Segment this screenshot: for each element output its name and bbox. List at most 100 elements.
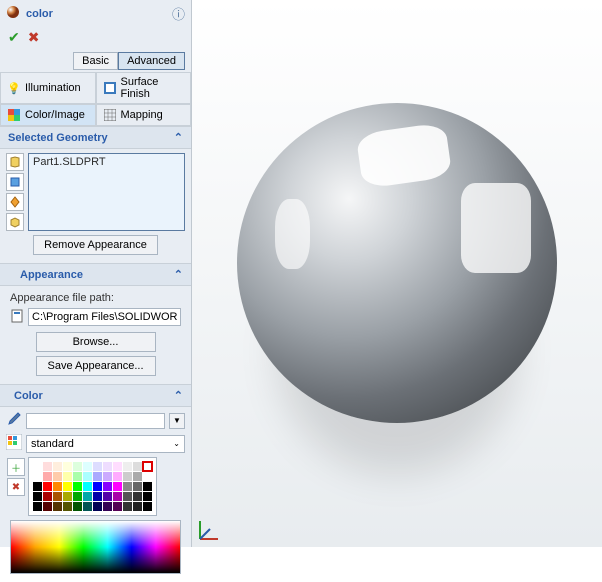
color-swatch[interactable] <box>43 482 52 491</box>
color-swatch[interactable] <box>143 472 152 481</box>
ok-button[interactable]: ✔ <box>8 29 20 46</box>
color-swatch[interactable] <box>73 472 82 481</box>
help-icon[interactable]: ⓘ <box>172 4 185 23</box>
save-appearance-button[interactable]: Save Appearance... <box>36 356 156 376</box>
selected-geometry-list[interactable]: Part1.SLDPRT <box>28 153 185 231</box>
basic-mode-button[interactable]: Basic <box>73 52 118 70</box>
color-swatch[interactable] <box>93 462 102 471</box>
3d-viewport[interactable] <box>192 0 602 547</box>
color-swatch[interactable] <box>113 462 122 471</box>
color-swatch[interactable] <box>103 492 112 501</box>
surface-finish-icon <box>103 81 117 95</box>
color-swatch[interactable] <box>133 502 142 511</box>
color-swatch[interactable] <box>113 472 122 481</box>
color-swatch[interactable] <box>63 492 72 501</box>
color-swatch[interactable] <box>143 462 152 471</box>
color-swatch[interactable] <box>113 482 122 491</box>
color-swatch[interactable] <box>123 462 132 471</box>
color-swatch[interactable] <box>123 482 132 491</box>
color-swatch[interactable] <box>53 482 62 491</box>
color-swatch[interactable] <box>83 482 92 491</box>
color-swatch[interactable] <box>43 472 52 481</box>
color-swatch[interactable] <box>43 462 52 471</box>
color-swatch[interactable] <box>33 462 42 471</box>
color-swatch-grid[interactable]: ＋ ✖ <box>28 457 157 516</box>
color-spectrum-picker[interactable] <box>10 520 181 574</box>
color-swatch[interactable] <box>63 462 72 471</box>
advanced-mode-button[interactable]: Advanced <box>118 52 185 70</box>
tab-mapping[interactable]: Mapping <box>96 104 192 126</box>
add-swatch-button[interactable]: ＋ <box>7 458 25 476</box>
color-swatch[interactable] <box>103 462 112 471</box>
palette-select[interactable]: standard ⌄ <box>26 435 185 453</box>
color-swatch[interactable] <box>93 472 102 481</box>
color-swatch[interactable] <box>123 502 132 511</box>
filter-part-button[interactable] <box>6 153 24 171</box>
color-swatch[interactable] <box>123 472 132 481</box>
color-swatch[interactable] <box>73 482 82 491</box>
color-swatch[interactable] <box>113 492 122 501</box>
color-swatch[interactable] <box>103 482 112 491</box>
color-swatch[interactable] <box>143 492 152 501</box>
browse-button[interactable]: Browse... <box>36 332 156 352</box>
color-swatch[interactable] <box>73 492 82 501</box>
color-swatch[interactable] <box>73 462 82 471</box>
color-header[interactable]: Color ⌃ <box>0 384 191 407</box>
chevron-down-icon: ⌄ <box>173 439 180 448</box>
chevron-down-icon: ▼ <box>173 416 181 425</box>
lightbulb-icon: 💡 <box>7 81 21 95</box>
color-swatch[interactable] <box>103 502 112 511</box>
color-swatch[interactable] <box>43 492 52 501</box>
panel-title: color <box>26 8 53 20</box>
filter-feature-button[interactable] <box>6 193 24 211</box>
color-swatch[interactable] <box>53 462 62 471</box>
color-swatch[interactable] <box>83 502 92 511</box>
remove-swatch-button[interactable]: ✖ <box>7 478 25 496</box>
tab-illumination[interactable]: 💡 Illumination <box>0 72 96 104</box>
color-swatch[interactable] <box>93 482 102 491</box>
color-swatch[interactable] <box>53 472 62 481</box>
filter-body-button[interactable] <box>6 213 24 231</box>
view-triad-icon[interactable] <box>196 515 224 543</box>
color-swatch[interactable] <box>73 502 82 511</box>
chevron-up-icon: ⌃ <box>174 268 183 281</box>
color-swatch[interactable] <box>83 462 92 471</box>
color-swatch[interactable] <box>133 492 142 501</box>
color-swatch[interactable] <box>143 502 152 511</box>
color-swatch[interactable] <box>33 482 42 491</box>
color-swatch[interactable] <box>63 502 72 511</box>
color-swatch[interactable] <box>133 472 142 481</box>
tab-surface-finish[interactable]: Surface Finish <box>96 72 192 104</box>
list-item[interactable]: Part1.SLDPRT <box>33 156 180 168</box>
color-swatch[interactable] <box>33 492 42 501</box>
color-swatch[interactable] <box>53 502 62 511</box>
color-swatch[interactable] <box>113 502 122 511</box>
remove-appearance-button[interactable]: Remove Appearance <box>33 235 158 255</box>
color-swatch[interactable] <box>123 492 132 501</box>
appearance-header[interactable]: Appearance ⌃ <box>0 263 191 286</box>
color-swatch[interactable] <box>133 482 142 491</box>
filter-face-button[interactable] <box>6 173 24 191</box>
tab-color-image[interactable]: Color/Image <box>0 104 96 126</box>
color-swatch[interactable] <box>33 502 42 511</box>
color-swatch[interactable] <box>53 492 62 501</box>
color-swatch[interactable] <box>63 482 72 491</box>
color-swatch[interactable] <box>103 472 112 481</box>
color-swatch[interactable] <box>133 462 142 471</box>
color-swatch[interactable] <box>83 472 92 481</box>
mapping-icon <box>103 108 117 122</box>
color-swatch[interactable] <box>143 482 152 491</box>
current-color-display[interactable] <box>26 413 165 429</box>
eyedropper-icon[interactable] <box>6 411 22 430</box>
rendered-sphere <box>237 103 557 423</box>
color-swatch[interactable] <box>33 472 42 481</box>
color-dropdown-button[interactable]: ▼ <box>169 413 185 429</box>
color-swatch[interactable] <box>83 492 92 501</box>
color-swatch[interactable] <box>63 472 72 481</box>
appearance-path-input[interactable] <box>28 308 181 326</box>
color-swatch[interactable] <box>93 492 102 501</box>
selected-geometry-header[interactable]: Selected Geometry ⌃ <box>0 126 191 149</box>
cancel-button[interactable]: ✖ <box>28 29 40 46</box>
color-swatch[interactable] <box>93 502 102 511</box>
color-swatch[interactable] <box>43 502 52 511</box>
